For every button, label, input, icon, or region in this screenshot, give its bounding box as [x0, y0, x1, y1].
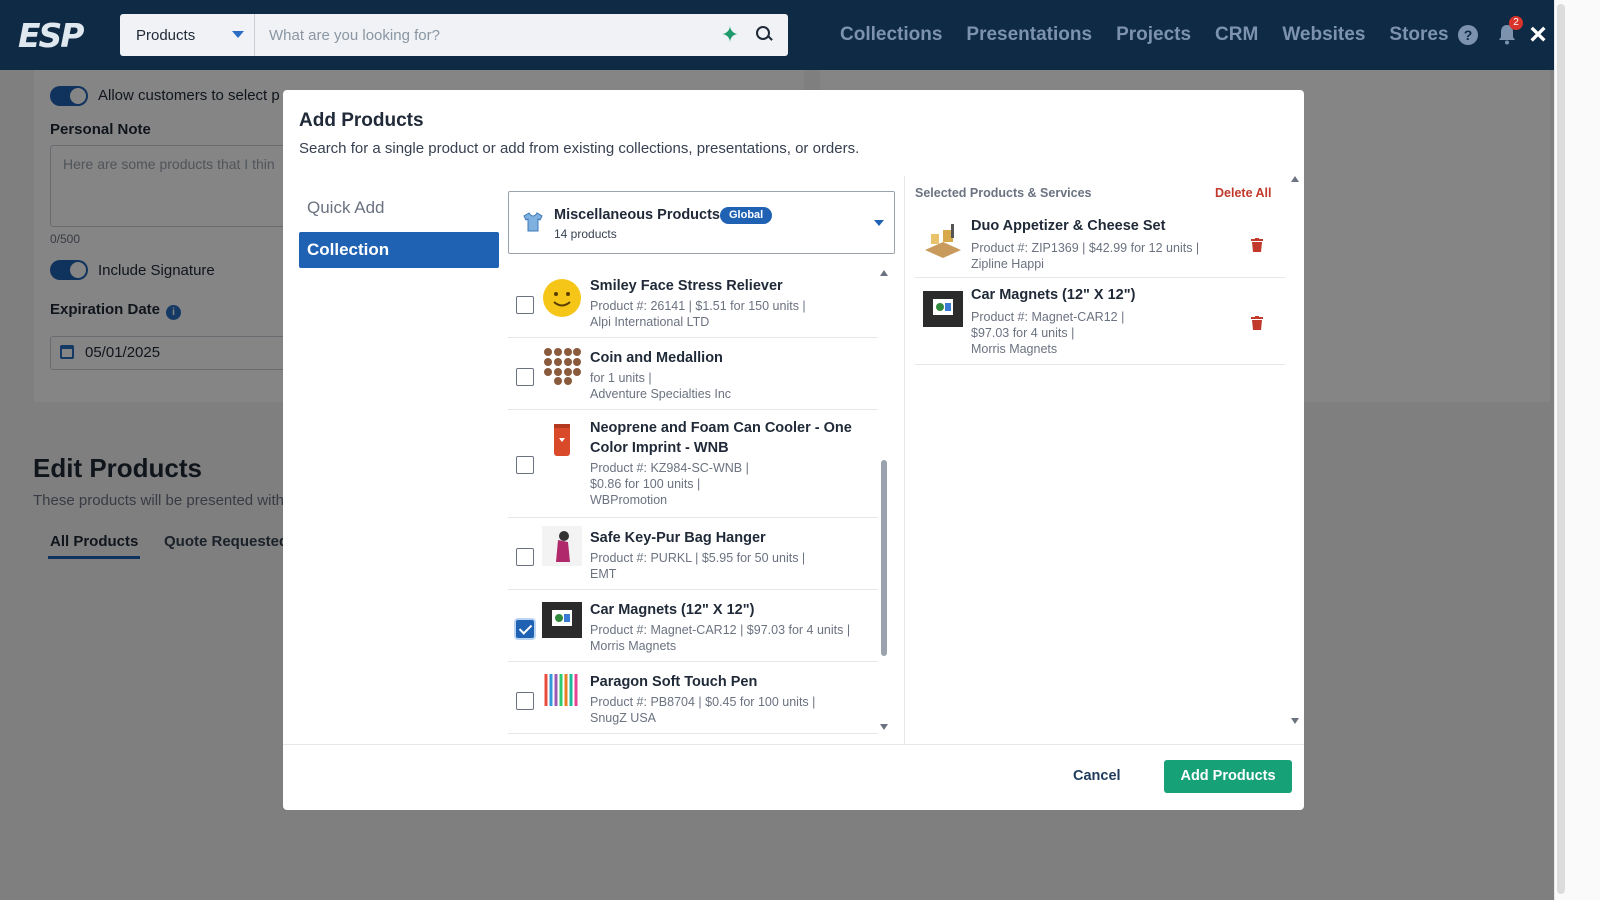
product-checkbox[interactable] [516, 296, 534, 314]
search-input[interactable] [255, 14, 718, 56]
selected-product-name: Duo Appetizer & Cheese Set [971, 218, 1166, 234]
selected-item: Car Magnets (12" X 12") Product #: Magne… [915, 279, 1285, 365]
tab-quick-add[interactable]: Quick Add [299, 190, 499, 226]
add-products-button[interactable]: Add Products [1164, 760, 1292, 793]
nav-projects[interactable]: Projects [1116, 24, 1191, 46]
nav-stores[interactable]: Stores [1389, 24, 1448, 46]
product-checkbox[interactable] [516, 368, 534, 386]
product-checkbox[interactable] [516, 692, 534, 710]
selected-product-meta: Product #: ZIP1369 | $42.99 for 12 units… [971, 241, 1200, 255]
product-meta: Product #: 26141 | $1.51 for 150 units | [590, 299, 806, 313]
tshirt-icon [523, 212, 543, 232]
product-name: Neoprene and Foam Can Cooler - One Color… [590, 420, 852, 456]
selected-product-price: $97.03 for 4 units | [971, 326, 1075, 340]
collection-name: Miscellaneous Products [554, 207, 720, 223]
collection-count: 14 products [554, 227, 617, 241]
product-name: Car Magnets (12" X 12") [590, 602, 755, 618]
notification-badge: 2 [1509, 16, 1523, 30]
cancel-button[interactable]: Cancel [1065, 760, 1129, 792]
product-supplier: Alpi International LTD [590, 315, 710, 329]
product-name: Coin and Medallion [590, 350, 723, 366]
product-checkbox[interactable] [516, 456, 534, 474]
product-checkbox[interactable] [516, 548, 534, 566]
top-navbar: ESP Products ✦ Collections Presentations… [0, 0, 1554, 70]
esp-logo[interactable]: ESP [18, 16, 100, 55]
scroll-down-icon[interactable] [880, 724, 888, 730]
selected-product-name: Car Magnets (12" X 12") [971, 287, 1136, 303]
selected-products-title: Selected Products & Services [915, 186, 1092, 200]
global-search: Products ✦ [120, 14, 788, 56]
list-item[interactable]: Car Magnets (12" X 12") Product #: Magne… [508, 590, 878, 662]
selected-product-meta: Product #: Magnet-CAR12 | [971, 310, 1125, 324]
ai-sparkle-icon[interactable]: ✦ [718, 22, 742, 47]
list-item[interactable]: Paragon Soft Touch Pen Product #: PB8704… [508, 662, 878, 734]
global-badge: Global [720, 207, 773, 224]
chevron-down-icon [874, 220, 884, 226]
cheese-set-thumbnail [925, 224, 961, 258]
car-magnet-thumbnail [923, 291, 963, 327]
nav-presentations[interactable]: Presentations [966, 24, 1092, 46]
product-supplier: Morris Magnets [590, 639, 677, 653]
scrollbar-thumb[interactable] [881, 460, 887, 656]
product-meta: for 1 units | [590, 371, 652, 385]
product-supplier: Adventure Specialties Inc [590, 387, 732, 401]
product-meta: Product #: Magnet-CAR12 | $97.03 for 4 u… [590, 623, 851, 637]
help-icon[interactable]: ? [1458, 25, 1478, 45]
list-item[interactable]: Safe Key-Pur Bag Hanger Product #: PURKL… [508, 518, 878, 590]
scroll-up-icon[interactable] [1291, 176, 1299, 182]
product-list-scrollbar[interactable] [879, 270, 889, 730]
product-meta: Product #: PURKL | $5.95 for 50 units | [590, 551, 806, 565]
selected-item: Duo Appetizer & Cheese Set Product #: ZI… [915, 208, 1285, 278]
pens-thumbnail [544, 674, 578, 706]
can-cooler-thumbnail [554, 424, 570, 456]
product-name: Safe Key-Pur Bag Hanger [590, 530, 766, 546]
modal-footer-divider [283, 744, 1304, 745]
chevron-down-icon [232, 31, 244, 38]
product-name: Paragon Soft Touch Pen [590, 674, 758, 690]
tab-collection[interactable]: Collection [299, 232, 499, 268]
search-scope-select[interactable]: Products [120, 14, 255, 56]
smiley-thumbnail [543, 279, 581, 317]
trash-icon[interactable] [1251, 316, 1263, 330]
selected-products-panel: Selected Products & Services Delete All … [904, 176, 1304, 744]
trash-icon[interactable] [1251, 238, 1263, 252]
nav-crm[interactable]: CRM [1215, 24, 1258, 46]
bag-hanger-thumbnail [542, 526, 582, 566]
modal-subtitle: Search for a single product or add from … [299, 140, 860, 157]
product-meta-price: $0.86 for 100 units | [590, 477, 701, 491]
collection-select[interactable]: Miscellaneous Products Global 14 product… [508, 191, 895, 254]
product-checkbox[interactable] [516, 620, 534, 638]
scroll-down-icon[interactable] [1291, 718, 1299, 724]
selected-product-supplier: Zipline Happi [971, 257, 1044, 271]
product-name: Smiley Face Stress Reliever [590, 278, 783, 294]
list-item[interactable]: Coin and Medallion for 1 units | Adventu… [508, 338, 878, 410]
coins-thumbnail [544, 348, 581, 385]
selected-product-supplier: Morris Magnets [971, 342, 1058, 356]
product-supplier: SnugZ USA [590, 711, 657, 725]
close-icon[interactable]: × [1526, 20, 1550, 50]
car-magnet-thumbnail [542, 602, 582, 638]
nav-collections[interactable]: Collections [840, 24, 942, 46]
list-item[interactable]: Smiley Face Stress Reliever Product #: 2… [508, 266, 878, 338]
main-nav: Collections Presentations Projects CRM W… [840, 0, 1473, 70]
product-meta: Product #: KZ984-SC-WNB | [590, 461, 749, 475]
search-icon[interactable] [752, 23, 776, 47]
product-meta: Product #: PB8704 | $0.45 for 100 units … [590, 695, 816, 709]
search-scope-value: Products [136, 26, 196, 44]
modal-tabs: Quick Add Collection [299, 190, 499, 274]
page-scrollbar-thumb[interactable] [1557, 4, 1565, 894]
list-item[interactable]: Neoprene and Foam Can Cooler - One Color… [508, 410, 878, 518]
product-supplier: EMT [590, 567, 617, 581]
modal-title: Add Products [299, 110, 424, 131]
add-products-modal: Add Products Search for a single product… [283, 90, 1304, 810]
product-list: Smiley Face Stress Reliever Product #: 2… [508, 266, 878, 736]
product-supplier: WBPromotion [590, 493, 668, 507]
nav-websites[interactable]: Websites [1282, 24, 1365, 46]
delete-all-button[interactable]: Delete All [1215, 186, 1272, 200]
scroll-up-icon[interactable] [880, 270, 888, 276]
